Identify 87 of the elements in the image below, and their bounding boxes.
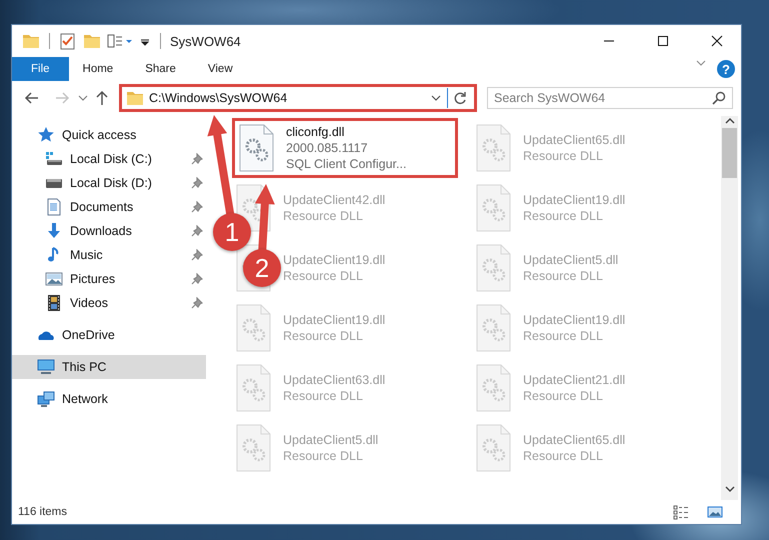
file-name: UpdateClient19.dll [283, 312, 386, 328]
file-detail: 2000.085.1117 [286, 140, 369, 156]
file-detail: Resource DLL [523, 268, 604, 284]
nav-item[interactable]: OneDrive [12, 323, 206, 347]
videos-icon [45, 294, 63, 312]
file-detail: Resource DLL [523, 448, 604, 464]
pin-icon[interactable] [191, 153, 203, 165]
file-name: UpdateClient19.dll [523, 312, 626, 328]
nav-item[interactable]: Local Disk (C:) [12, 147, 206, 171]
maximize-icon[interactable] [657, 35, 669, 47]
folder-icon [126, 89, 144, 107]
file-name: UpdateClient21.dll [523, 372, 626, 388]
file-detail: Resource DLL [283, 328, 364, 344]
nav-item[interactable]: Pictures [12, 267, 206, 291]
quick-access-icon [37, 126, 55, 144]
file-detail: Resource DLL [283, 268, 364, 284]
nav-item[interactable]: This PC [12, 355, 206, 379]
file-name: UpdateClient19.dll [283, 252, 386, 268]
details-view-icon[interactable] [673, 504, 689, 520]
dll-file-icon [476, 184, 512, 232]
file-name: UpdateClient65.dll [523, 432, 626, 448]
help-button[interactable]: ? [717, 60, 735, 78]
tiles-view-icon[interactable] [707, 504, 723, 520]
file-name: cliconfg.dll [286, 124, 346, 140]
pictures-icon [45, 270, 63, 288]
close-icon[interactable] [711, 35, 723, 47]
nav-item[interactable]: Documents [12, 195, 206, 219]
ribbon-tab[interactable]: Share [131, 57, 190, 81]
checklist-icon[interactable] [59, 32, 77, 50]
dll-file-icon [236, 424, 272, 472]
dll-file-icon [476, 244, 512, 292]
ribbon-tab[interactable]: View [194, 57, 247, 81]
item-count: 116 items [18, 506, 68, 518]
dll-file-icon [236, 364, 272, 412]
dll-file-icon [236, 304, 272, 352]
refresh-icon[interactable] [453, 91, 467, 105]
system-drive-icon [45, 150, 63, 168]
back-icon[interactable] [24, 90, 40, 106]
downloads-icon [45, 222, 63, 240]
pin-icon[interactable] [191, 249, 203, 261]
file-detail: Resource DLL [523, 148, 604, 164]
address-bar[interactable]: C:\Windows\SysWOW64 [119, 84, 477, 112]
nav-item[interactable]: Network [12, 387, 206, 411]
up-icon[interactable] [94, 90, 110, 106]
file-detail: SQL Client Configur... [286, 156, 406, 172]
file-detail: Resource DLL [283, 208, 364, 224]
pin-icon[interactable] [191, 201, 203, 213]
nav-item[interactable]: Downloads [12, 219, 206, 243]
ribbon-tab[interactable]: File [12, 57, 69, 81]
file-name: UpdateClient42.dll [283, 192, 386, 208]
selected-file-item[interactable]: cliconfg.dll 2000.085.1117 SQL Client Configur... [232, 118, 458, 178]
nav-item[interactable]: Quick access [12, 123, 206, 147]
scrollbar[interactable] [721, 116, 738, 500]
file-name: UpdateClient65.dll [523, 132, 626, 148]
dll-file-icon [239, 124, 275, 172]
window-title: SysWOW64 [170, 34, 241, 48]
nav-item[interactable]: Local Disk (D:) [12, 171, 206, 195]
file-detail: Resource DLL [523, 208, 604, 224]
ribbon-tab[interactable]: Home [68, 57, 128, 81]
dll-file-icon [476, 124, 512, 172]
file-name: UpdateClient5.dll [523, 252, 618, 268]
documents-icon [45, 198, 63, 216]
file-detail: Resource DLL [283, 448, 364, 464]
chevron-up-icon[interactable] [724, 116, 734, 126]
pin-icon[interactable] [191, 273, 203, 285]
file-name: UpdateClient63.dll [283, 372, 386, 388]
network-icon [37, 390, 55, 408]
file-detail: Resource DLL [283, 388, 364, 404]
file-name: UpdateClient19.dll [523, 192, 626, 208]
search-field[interactable]: Search SysWOW64 [487, 87, 733, 109]
pin-icon[interactable] [191, 297, 203, 309]
nav-item[interactable]: Videos [12, 291, 206, 315]
pin-icon[interactable] [191, 177, 203, 189]
dll-file-icon [476, 424, 512, 472]
view-menu-icon[interactable] [107, 32, 133, 50]
file-detail: Resource DLL [523, 328, 604, 344]
scrollbar-thumb[interactable] [722, 128, 737, 178]
chevron-down-icon[interactable] [78, 93, 88, 103]
file-detail: Resource DLL [523, 388, 604, 404]
computer-icon [37, 358, 55, 376]
dll-file-icon [476, 304, 512, 352]
chevron-down-icon[interactable] [724, 484, 734, 494]
file-name: UpdateClient5.dll [283, 432, 378, 448]
nav-item[interactable]: Music [12, 243, 206, 267]
pin-icon[interactable] [191, 225, 203, 237]
dll-file-icon [476, 364, 512, 412]
search-icon[interactable] [712, 91, 726, 105]
